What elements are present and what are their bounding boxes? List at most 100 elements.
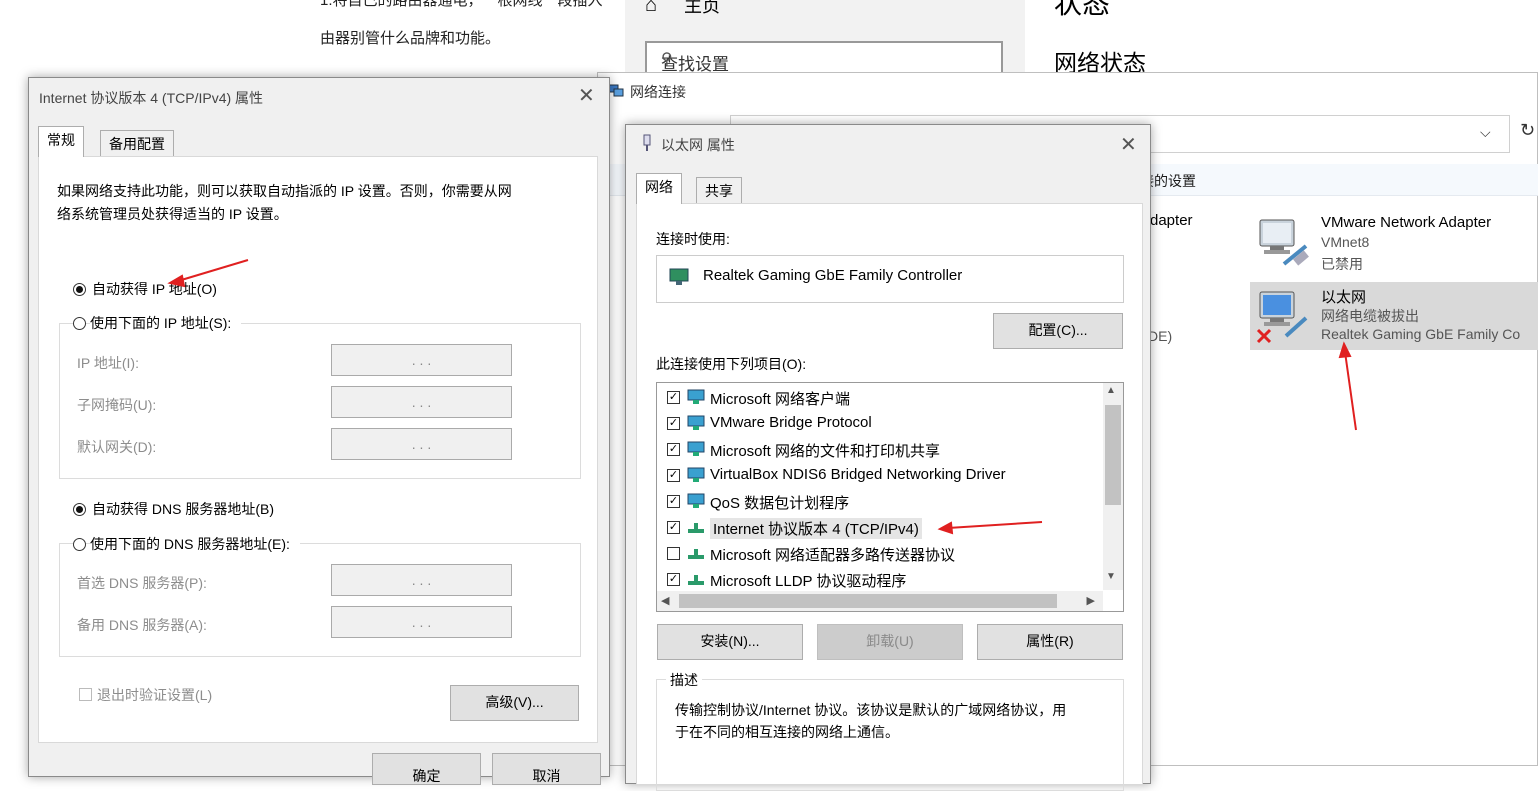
network-connections-icon: [608, 84, 624, 97]
manual-dns-group: [59, 543, 581, 657]
item-checkbox[interactable]: ✓: [667, 469, 680, 482]
adapter-status: Realtek Gaming GbE Family Co: [1321, 326, 1521, 342]
ethernet-icon: [643, 134, 651, 151]
adapter-partial-sub: DE): [1148, 328, 1173, 344]
list-item[interactable]: Microsoft 网络适配器多路传送器协议: [667, 541, 1087, 567]
network-driver-icon: [687, 467, 705, 482]
description-line-2: 于在不同的相互连接的网络上通信。: [675, 724, 899, 740]
scroll-thumb[interactable]: [1105, 405, 1121, 505]
general-panel: 如果网络支持此功能，则可以获取自动指派的 IP 设置。否则，你需要从网 络系统管…: [38, 156, 598, 743]
close-icon[interactable]: ✕: [578, 86, 595, 106]
item-label: VirtualBox NDIS6 Bridged Networking Driv…: [710, 466, 1006, 483]
ip-dots: . . .: [411, 352, 432, 368]
protocol-icon: [688, 523, 704, 533]
item-checkbox[interactable]: ✓: [667, 521, 680, 534]
subnet-mask-field[interactable]: . . .: [331, 386, 512, 418]
ip-address-label: IP 地址(I):: [77, 355, 139, 371]
item-checkbox[interactable]: [667, 547, 680, 560]
items-list[interactable]: ✓ Microsoft 网络客户端 ✓ VMware Bridge Protoc…: [656, 382, 1124, 612]
advanced-button[interactable]: 高级(V)...: [450, 685, 579, 721]
list-item-selected[interactable]: ✓ Internet 协议版本 4 (TCP/IPv4): [667, 515, 1087, 541]
network-service-icon: [687, 493, 705, 508]
tab-network[interactable]: 网络: [636, 173, 682, 204]
validate-label[interactable]: 退出时验证设置(L): [97, 685, 212, 705]
gateway-label: 默认网关(D):: [77, 439, 157, 455]
connect-using-label: 连接时使用:: [656, 231, 730, 247]
protocol-icon: [688, 549, 704, 559]
list-item[interactable]: ✓ VirtualBox NDIS6 Bridged Networking Dr…: [667, 463, 1087, 489]
ok-button[interactable]: 确定: [372, 753, 481, 785]
list-item[interactable]: ✓ Microsoft 网络客户端: [667, 385, 1087, 411]
auto-dns-label[interactable]: 自动获得 DNS 服务器地址(B): [92, 499, 274, 519]
manual-ip-radio[interactable]: [73, 317, 86, 330]
adapter-status: 已禁用: [1321, 256, 1363, 272]
manual-dns-radio[interactable]: [73, 538, 86, 551]
items-label: 此连接使用下列项目(O):: [656, 356, 807, 372]
item-checkbox[interactable]: ✓: [667, 443, 680, 456]
adapter-name: Realtek Gaming GbE Family Controller: [703, 267, 963, 284]
list-item[interactable]: ✓ QoS 数据包计划程序: [667, 489, 1087, 515]
vertical-scrollbar[interactable]: ▲ ▼: [1103, 383, 1123, 590]
scroll-thumb[interactable]: [679, 594, 1057, 608]
alternate-dns-field[interactable]: . . .: [331, 606, 512, 638]
description-line-1: 传输控制协议/Internet 协议。该协议是默认的广域网络协议，用: [675, 702, 1067, 718]
item-checkbox[interactable]: ✓: [667, 417, 680, 430]
horizontal-scrollbar[interactable]: ◀ ▶: [657, 591, 1103, 611]
scroll-right-icon[interactable]: ▶: [1087, 594, 1095, 607]
ethernet-properties-dialog: 以太网 属性 ✕ 网络 共享 连接时使用: Realtek Gaming GbE…: [625, 124, 1151, 791]
network-adapter-icon: [669, 268, 689, 285]
description-label: 描述: [666, 670, 702, 690]
auto-dns-radio[interactable]: [73, 503, 86, 516]
network-adapter-disconnected-icon: [1256, 291, 1308, 344]
dialog-title: 以太网 属性: [661, 137, 735, 153]
uninstall-button[interactable]: 卸载(U): [817, 624, 963, 660]
tab-alternate[interactable]: 备用配置: [100, 130, 174, 157]
close-icon[interactable]: ✕: [1120, 135, 1137, 155]
item-label: Microsoft LLDP 协议驱动程序: [710, 573, 907, 590]
auto-ip-label[interactable]: 自动获得 IP 地址(O): [92, 279, 217, 299]
scroll-up-icon[interactable]: ▲: [1106, 385, 1116, 396]
gateway-field[interactable]: . . .: [331, 428, 512, 460]
adapter-ethernet[interactable]: 以太网 网络电缆被拔出 Realtek Gaming GbE Family Co: [1250, 282, 1538, 350]
tab-general[interactable]: 常规: [38, 126, 84, 157]
item-label: Internet 协议版本 4 (TCP/IPv4): [710, 518, 922, 539]
ip-address-field[interactable]: . . .: [331, 344, 512, 376]
network-service-icon: [687, 441, 705, 456]
home-icon[interactable]: ⌂: [645, 0, 667, 16]
adapter-name: VMware Network Adapter: [1321, 214, 1492, 231]
chevron-down-icon[interactable]: ⌵: [1480, 124, 1491, 141]
tab-sharing[interactable]: 共享: [696, 177, 742, 204]
list-item[interactable]: ✓ Microsoft LLDP 协议驱动程序: [667, 567, 1087, 593]
item-checkbox[interactable]: ✓: [667, 573, 680, 586]
manual-dns-label[interactable]: 使用下面的 DNS 服务器地址(E):: [90, 534, 300, 554]
network-protocol-icon: [687, 415, 705, 430]
dialog-title: Internet 协议版本 4 (TCP/IPv4) 属性: [39, 90, 264, 106]
manual-ip-label[interactable]: 使用下面的 IP 地址(S):: [90, 313, 242, 333]
scroll-left-icon[interactable]: ◀: [661, 594, 669, 607]
page-title: 状态: [1054, 0, 1111, 19]
network-adapter-icon: [1259, 219, 1309, 266]
auto-ip-radio[interactable]: [73, 283, 86, 296]
list-item[interactable]: ✓ Microsoft 网络的文件和打印机共享: [667, 437, 1087, 463]
item-checkbox[interactable]: ✓: [667, 495, 680, 508]
subnet-mask-label: 子网掩码(U):: [77, 397, 157, 413]
item-checkbox[interactable]: ✓: [667, 391, 680, 404]
home-link[interactable]: 主页: [684, 0, 720, 18]
article-line-1: 1.将自己的路由器通电，一根网线一段插入: [320, 0, 603, 9]
preferred-dns-label: 首选 DNS 服务器(P):: [77, 575, 207, 591]
ip-dots: . . .: [411, 614, 432, 630]
adapter-vmnet8[interactable]: VMware Network Adapter VMnet8 已禁用: [1250, 210, 1538, 278]
refresh-icon[interactable]: ↻: [1520, 120, 1535, 141]
preferred-dns-field[interactable]: . . .: [331, 564, 512, 596]
scroll-down-icon[interactable]: ▼: [1106, 571, 1116, 582]
list-item[interactable]: ✓ VMware Bridge Protocol: [667, 411, 1087, 437]
item-label: QoS 数据包计划程序: [710, 495, 850, 512]
validate-checkbox[interactable]: [79, 688, 92, 701]
install-button[interactable]: 安装(N)...: [657, 624, 803, 660]
ip-dots: . . .: [411, 572, 432, 588]
properties-button[interactable]: 属性(R): [977, 624, 1123, 660]
alternate-dns-label: 备用 DNS 服务器(A):: [77, 617, 207, 633]
configure-button[interactable]: 配置(C)...: [993, 313, 1123, 349]
cancel-button[interactable]: 取消: [492, 753, 601, 785]
adapter-partial-name[interactable]: dapter: [1150, 212, 1193, 229]
